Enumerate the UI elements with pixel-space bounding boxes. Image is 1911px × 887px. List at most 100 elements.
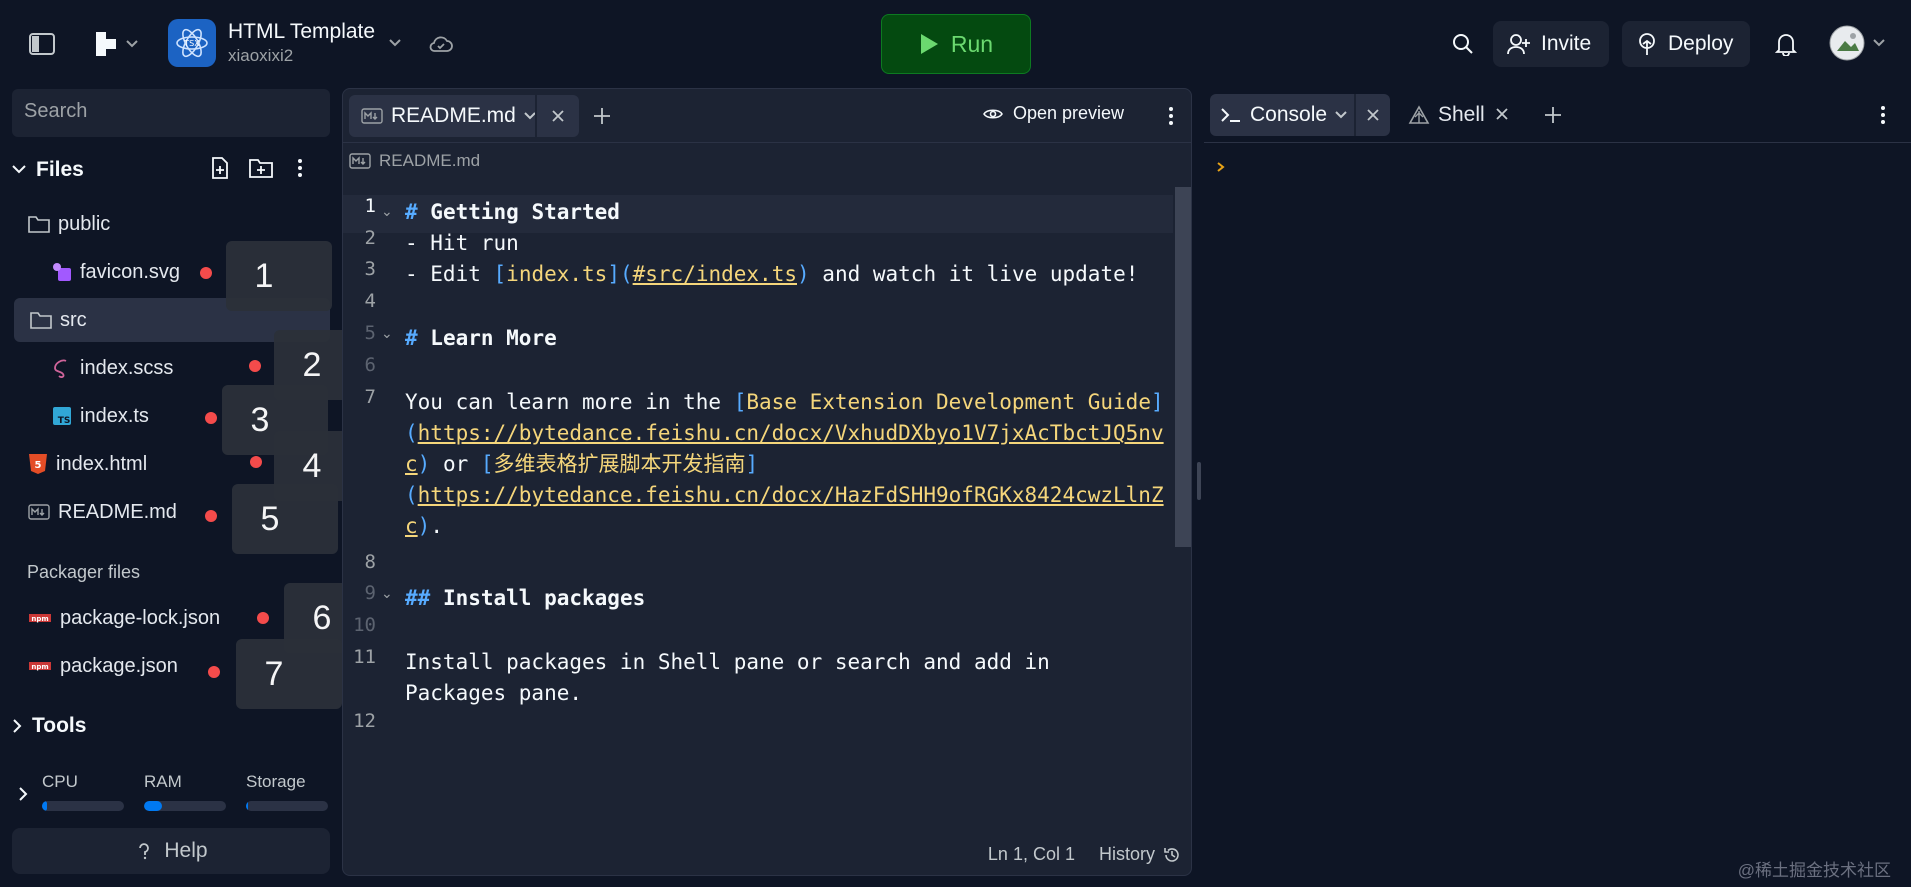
link-text: 多维表格扩展脚本开发指南 [493,452,746,476]
chevron-down-icon [126,40,138,48]
cloud-sync-icon[interactable] [428,32,454,56]
line-number: 12 [353,710,376,732]
svg-text:TS: TS [58,416,71,426]
tab-label: README.md [391,104,516,127]
sidebar-toggle-icon[interactable] [26,30,58,58]
typescript-file-icon: TS [53,407,71,426]
project-switcher[interactable]: TSX HTML Template xiaoxixi2 [168,19,401,67]
open-preview-button[interactable]: Open preview [983,103,1124,124]
resource-fill [144,801,163,811]
code-line: - Edit [index.ts](#src/index.ts) and wat… [405,259,1138,290]
tree-item-label: README.md [58,500,177,523]
search-icon[interactable] [1449,30,1477,58]
more-options-icon[interactable] [1161,103,1181,129]
avatar-menu[interactable] [1826,24,1888,62]
html-file-icon: 5 [29,454,47,474]
code-line: # Getting Started [405,197,620,228]
avatar [1829,25,1865,61]
line-number: 3 [364,258,376,280]
annotation-badge: 7 [236,639,342,709]
project-name: HTML Template [228,20,376,43]
link-url[interactable]: c [405,514,418,538]
link-url[interactable]: c [405,452,418,476]
new-folder-icon[interactable] [248,156,274,180]
code-line: Install packages in Shell pane or search… [405,650,1050,674]
line-number: 10 [353,614,376,636]
line-number: 7 [364,386,376,408]
terminal-prompt-icon [1221,108,1240,122]
code-editor[interactable]: 1 2 3 4 5 6 7 8 9 10 11 12 ⌄ ⌄ ⌄ # Getti… [343,187,1173,827]
annotation-dot [249,360,261,372]
close-tab-icon[interactable] [535,95,579,137]
tools-label: Tools [32,714,87,737]
deploy-button[interactable]: Deploy [1622,21,1750,67]
tree-file-package-lock[interactable]: npm package-lock.json [12,596,330,640]
line-number: 11 [353,646,376,668]
console-output[interactable] [1204,142,1911,876]
search-input[interactable]: Search [12,89,330,137]
files-header[interactable]: Files [12,150,330,190]
top-bar: TSX HTML Template xiaoxixi2 Run Invite D… [0,0,1911,86]
editor-scrollbar[interactable] [1175,187,1191,547]
heading-text: Learn More [417,326,557,350]
link-url[interactable]: https://bytedance.feishu.cn/docx/HazFdSH… [418,483,1164,507]
link-url[interactable]: #src/index.ts [633,262,797,286]
resource-cpu: CPU [42,772,124,811]
tools-section-toggle[interactable]: Tools [12,714,86,738]
add-user-icon [1507,34,1530,55]
code-line: - Hit run [405,231,519,255]
folder-icon [30,312,52,329]
pane-resize-handle[interactable] [1197,462,1201,500]
resource-bar [42,801,124,811]
code-bracket: ] [745,452,759,476]
add-tab-icon[interactable] [1540,102,1566,128]
cursor-position: Ln 1, Col 1 [987,844,1075,864]
code-text: and watch it live update! [809,262,1139,286]
project-owner: xiaoxixi2 [228,46,294,65]
replit-menu-button[interactable] [90,28,142,60]
annotation-dot [250,456,262,468]
close-tab-icon[interactable] [1494,106,1510,122]
fold-chevron-icon[interactable]: ⌄ [381,325,393,342]
new-file-icon[interactable] [208,156,232,180]
packager-files-label: Packager files [27,562,141,582]
close-tab-icon[interactable] [1354,94,1390,136]
tree-item-label: package.json [60,654,178,677]
fold-chevron-icon[interactable]: ⌄ [381,203,393,220]
tree-folder-public[interactable]: public [12,202,330,246]
heading-text: Install packages [430,586,646,610]
chevron-right-icon [13,719,22,733]
sass-file-icon [54,359,67,378]
help-button[interactable]: Help [12,828,330,874]
replit-logo-icon [96,32,116,56]
fold-chevron-icon[interactable]: ⌄ [381,585,393,602]
heading-mark: ## [405,586,431,610]
deploy-icon [1639,33,1655,55]
heading-text: Getting Started [417,200,620,224]
history-button[interactable]: History [1099,844,1181,865]
link-url[interactable]: https://bytedance.feishu.cn/docx/VxhudDX… [418,421,1164,445]
chevron-right-icon[interactable] [16,784,30,804]
code-bracket: ( [405,421,418,445]
more-options-icon[interactable] [1873,102,1893,128]
code-line: c). [405,511,443,542]
invite-button[interactable]: Invite [1493,21,1609,67]
more-options-icon[interactable] [290,156,310,180]
svg-text:npm: npm [31,615,48,623]
svg-text:npm: npm [31,663,48,671]
resource-label: CPU [42,772,78,791]
tab-console[interactable]: Console [1210,94,1360,136]
resource-label: RAM [144,772,182,791]
bell-icon[interactable] [1772,30,1800,58]
run-button[interactable]: Run [881,14,1031,74]
editor-status-bar: Ln 1, Col 1 History [988,844,1181,865]
add-tab-icon[interactable] [589,103,615,129]
line-number: 6 [364,354,376,376]
code-line: Packages pane. [405,681,583,705]
code-line: You can learn more in the [Base Extensio… [405,387,1164,418]
resource-ram: RAM [144,772,226,811]
tab-shell[interactable]: Shell [1404,94,1485,136]
shell-icon [1408,105,1430,124]
code-bracket: ) [417,452,431,476]
watermark: @稀土掘金技术社区 [1737,861,1891,880]
